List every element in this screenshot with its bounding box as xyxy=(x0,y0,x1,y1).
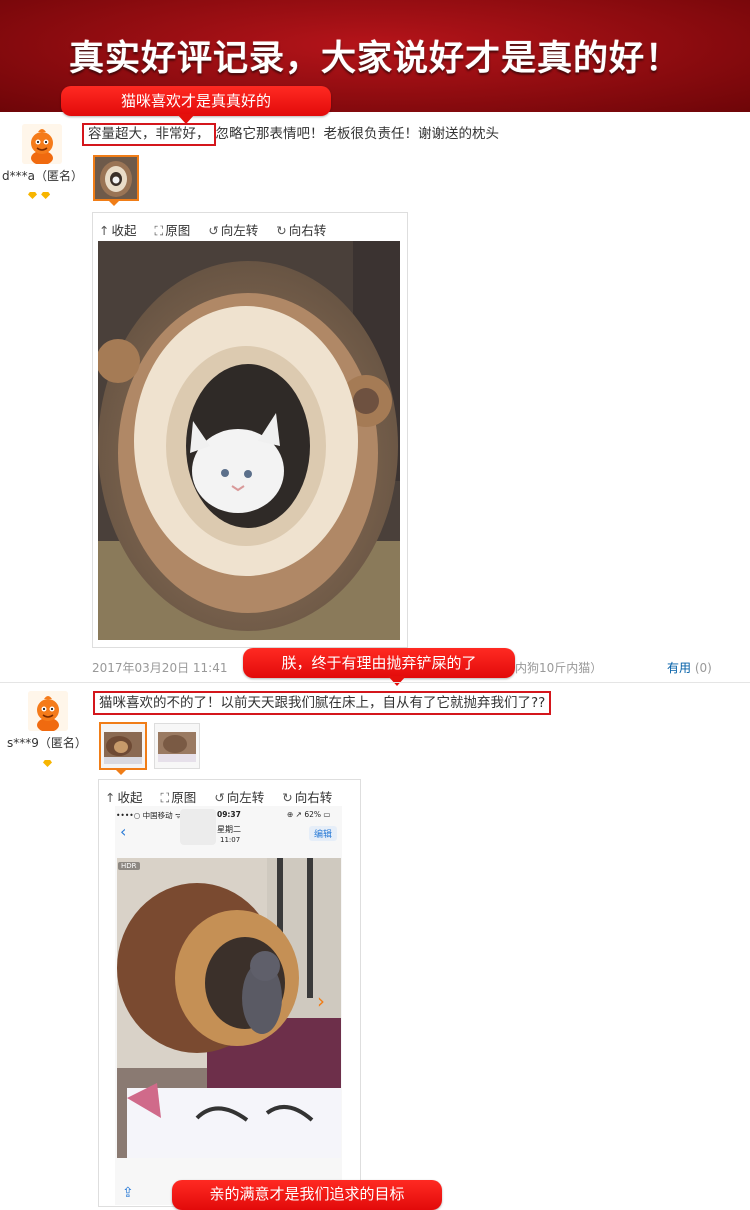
member-level-badge xyxy=(43,756,52,771)
rotate-right-icon: ↻ xyxy=(282,790,293,805)
review-thumbnail[interactable] xyxy=(93,155,139,201)
expand-icon: ⛶ xyxy=(154,223,164,238)
banner-title: 真实好评记录，大家说好才是真的好！ xyxy=(68,39,681,79)
phone-carrier: ••••○ 中国移动 ᯤ xyxy=(116,811,182,820)
collapse-label: 收起 xyxy=(111,223,137,238)
useful-count: (0) xyxy=(694,661,712,675)
collapse-label: 收起 xyxy=(117,790,143,805)
rotate-right-label: 向右转 xyxy=(288,223,327,238)
thumbnail-pointer xyxy=(107,199,121,206)
rotate-left-label: 向左转 xyxy=(220,223,259,238)
cat-in-bed-photo xyxy=(96,241,400,640)
reviewer-name[interactable]: s***9（匿名） xyxy=(7,734,87,751)
taobao-mascot-icon xyxy=(28,691,68,731)
viewer-toolbar: ↑ 收起 ⛶ 原图 ↺ 向左转 ↻ 向右转 xyxy=(105,787,346,806)
thumbnail-image xyxy=(101,724,145,768)
original-image-button[interactable]: ⛶ 原图 xyxy=(160,787,196,806)
phone-weekday: 星期二 xyxy=(217,825,241,834)
review-photo xyxy=(96,241,400,640)
callout-tail xyxy=(388,676,406,686)
rotate-right-button[interactable]: ↻ 向右转 xyxy=(282,787,332,806)
user-avatar xyxy=(28,691,68,731)
useful-button[interactable]: 有用 (0) xyxy=(667,659,712,676)
product-spec: 内狗10斤内猫） xyxy=(515,661,603,675)
reviewer-name[interactable]: d***a（匿名） xyxy=(2,167,83,184)
thumbnail-pointer xyxy=(114,768,128,775)
hdr-badge: HDR xyxy=(118,862,140,870)
cat-in-lion-bed-photo: › xyxy=(117,858,341,1158)
collapse-button[interactable]: ↑ 收起 xyxy=(105,787,143,806)
blurred-avatar xyxy=(180,809,216,845)
expand-icon: ⛶ xyxy=(160,790,170,805)
original-label: 原图 xyxy=(165,223,191,238)
collapse-button[interactable]: ↑ 收起 xyxy=(99,220,137,239)
thumbnail-image xyxy=(155,724,199,768)
callout-bubble: 朕，终于有理由抛弃铲屎的了 xyxy=(243,648,515,678)
review-date: 2017年03月20日 11:41 xyxy=(92,661,228,675)
viewer-toolbar: ↑ 收起 ⛶ 原图 ↺ 向左转 ↻ 向右转 xyxy=(99,220,340,239)
phone-clock: 11:07 xyxy=(220,836,241,844)
diamond-icon xyxy=(43,760,52,767)
rotate-left-button[interactable]: ↺ 向左转 xyxy=(214,787,264,806)
taobao-mascot-icon xyxy=(22,124,62,164)
highlighted-text: 猫咪喜欢的不的了！以前天天跟我们腻在床上，自从有了它就抛弃我们了?? xyxy=(93,691,552,715)
review-divider xyxy=(0,682,750,683)
review-thumbnail[interactable] xyxy=(99,722,147,770)
user-avatar xyxy=(22,124,62,164)
original-label: 原图 xyxy=(171,790,197,805)
useful-label: 有用 xyxy=(667,661,692,675)
callout-bubble: 猫咪喜欢才是真真好的 xyxy=(61,86,331,116)
member-level-badge xyxy=(28,188,51,203)
arrow-up-icon: ↑ xyxy=(105,790,116,805)
highlighted-text: 容量超大，非常好， xyxy=(82,123,216,146)
diamond-icon xyxy=(28,192,37,199)
diamond-icon xyxy=(41,192,51,199)
rotate-right-button[interactable]: ↻ 向右转 xyxy=(276,220,326,239)
rotate-left-button[interactable]: ↺ 向左转 xyxy=(208,220,258,239)
rotate-right-icon: ↻ xyxy=(276,223,287,238)
arrow-up-icon: ↑ xyxy=(99,223,110,238)
share-icon: ⇪ xyxy=(122,1185,134,1201)
phone-time: 09:37 xyxy=(217,810,241,819)
phone-battery: ⊕ ↗ 62% ▭ xyxy=(287,810,331,819)
review-text: 忽略它那表情吧！老板很负责任！谢谢送的枕头 xyxy=(215,126,500,142)
review-thumbnail[interactable] xyxy=(154,723,200,769)
back-chevron-icon: ‹ xyxy=(120,822,127,841)
rotate-left-icon: ↺ xyxy=(208,223,219,238)
review-content: 容量超大，非常好， 忽略它那表情吧！老板很负责任！谢谢送的枕头 xyxy=(82,123,500,146)
review-photo: › xyxy=(117,858,341,1158)
thumbnail-image xyxy=(95,157,137,199)
svg-text:›: › xyxy=(317,989,325,1013)
callout-bubble: 亲的满意才是我们追求的目标 xyxy=(172,1180,442,1210)
rotate-left-icon: ↺ xyxy=(214,790,225,805)
rotate-right-label: 向右转 xyxy=(294,790,333,805)
original-image-button[interactable]: ⛶ 原图 xyxy=(154,220,190,239)
rotate-left-label: 向左转 xyxy=(226,790,265,805)
edit-button: 编辑 xyxy=(309,826,338,841)
